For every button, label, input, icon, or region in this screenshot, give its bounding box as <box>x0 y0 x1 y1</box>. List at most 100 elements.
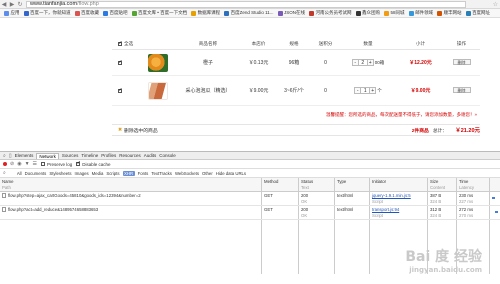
filter-other[interactable]: Other <box>202 171 213 176</box>
bookmark-star-icon[interactable]: ☆ <box>493 1 498 8</box>
request-size: 312 B <box>430 207 442 212</box>
select-all-checkbox[interactable] <box>118 40 122 46</box>
col-method[interactable]: Method <box>262 178 299 191</box>
filter-fonts[interactable]: Fonts <box>138 171 149 176</box>
preserve-log-checkbox[interactable] <box>41 161 46 166</box>
tab-timeline[interactable]: Timeline <box>81 153 98 158</box>
bookmark-favicon-icon <box>4 10 9 16</box>
tab-network[interactable]: Network <box>36 152 59 159</box>
camera-icon[interactable]: ◉ <box>17 161 21 167</box>
bookmark-label: 百度贴吧 <box>109 10 128 15</box>
tab-audits[interactable]: Audits <box>144 153 157 158</box>
col-initiator[interactable]: Initiator <box>370 178 428 191</box>
quantity-input[interactable]: 1 <box>361 87 370 94</box>
product-image[interactable] <box>148 53 168 72</box>
bookmark-item[interactable]: 河南公务员考试网 <box>309 10 352 16</box>
bookmark-item[interactable]: 百度收藏 <box>74 10 99 16</box>
selected-count: 2件商品 <box>411 128 429 134</box>
col-timeline[interactable] <box>490 178 500 191</box>
tab-profiles[interactable]: Profiles <box>101 153 116 158</box>
col-time[interactable]: Time Latency <box>457 178 490 191</box>
bookmark-favicon-icon <box>309 10 315 16</box>
filter-media[interactable]: Media <box>92 171 104 176</box>
item-checkbox[interactable] <box>118 59 122 65</box>
bookmark-favicon-icon <box>74 10 80 16</box>
bookmark-item[interactable]: 顺丰网站 <box>437 10 462 16</box>
disable-cache-checkbox[interactable] <box>76 160 81 166</box>
url-input[interactable]: www.tianfanjia.com/flow.php <box>26 0 466 8</box>
col-size[interactable]: Size Content <box>428 178 457 191</box>
bookmark-item[interactable]: JSON在线 <box>277 10 306 16</box>
product-name[interactable]: 采心泡泡瓜（精选） <box>174 87 242 94</box>
request-method: GET <box>262 206 299 219</box>
product-image[interactable] <box>148 81 168 100</box>
close-icon[interactable]: ✖ <box>118 128 122 133</box>
request-name[interactable]: flow.php?act=add_reduce&1489574658883653 <box>8 207 98 212</box>
tab-console[interactable]: Console <box>159 153 176 158</box>
select-all[interactable]: 全选 <box>112 40 142 47</box>
col-status[interactable]: Status Text <box>299 178 335 191</box>
clear-icon[interactable]: ⊘ <box>10 161 14 167</box>
request-type: text/html <box>335 192 370 205</box>
filter-documents[interactable]: Documents <box>25 171 47 176</box>
bookmark-item[interactable]: 58同城 <box>384 10 405 16</box>
decrease-button[interactable]: - <box>354 87 362 94</box>
request-initiator[interactable]: transport.js:94 <box>372 207 399 212</box>
file-icon <box>2 193 6 199</box>
bookmark-item[interactable]: 百度文库 • 百度一下文档 <box>131 10 187 16</box>
request-initiator[interactable]: jquery-1.9.1.min.js:5 <box>372 193 411 198</box>
bookmark-item[interactable]: 鑫众团购 <box>355 10 381 16</box>
inspect-icon[interactable]: ⌕ <box>3 153 6 159</box>
filter-all[interactable]: All <box>17 171 22 176</box>
bookmark-label: 百度收藏 <box>81 10 99 15</box>
product-name[interactable]: 橙子 <box>174 59 242 66</box>
increase-button[interactable]: + <box>366 59 374 66</box>
bookmark-item[interactable]: 百度一下，你就知道 <box>23 10 71 16</box>
delete-button[interactable]: 删除 <box>452 87 471 93</box>
delete-button[interactable]: 删除 <box>452 59 471 65</box>
bookmark-item[interactable]: 百度贴吧 <box>103 10 128 16</box>
list-view-icon[interactable]: ☰ <box>33 161 37 167</box>
increase-button[interactable]: + <box>369 87 377 94</box>
item-subtotal: ￥12.20元 <box>409 60 432 66</box>
tab-sources[interactable]: Sources <box>62 153 79 158</box>
bookmark-item[interactable]: 数据库课程 <box>191 10 220 16</box>
delete-selected-link[interactable]: 删除选中的商品 <box>124 127 158 134</box>
quantity-input[interactable]: 2 <box>358 59 367 66</box>
tab-resources[interactable]: Resources <box>119 153 141 158</box>
filter-images[interactable]: Images <box>75 171 89 176</box>
bookmark-item[interactable]: 百度网址 <box>465 10 491 16</box>
device-icon[interactable]: ▯ <box>9 153 12 159</box>
decrease-button[interactable]: - <box>351 59 359 66</box>
tab-elements[interactable]: Elements <box>15 153 34 158</box>
bookmark-item[interactable]: 百度Zend Studio 11... <box>224 10 274 16</box>
filter-xhr[interactable]: XHR <box>122 170 135 176</box>
col-name[interactable]: Name Path <box>0 178 262 191</box>
request-row[interactable]: flow.php?step=ajax_cartGoods=45810&goods… <box>0 192 500 206</box>
preserve-log-option[interactable]: Preserve log <box>41 161 72 167</box>
bookmark-favicon-icon <box>384 10 390 16</box>
col-type[interactable]: Type <box>335 178 370 191</box>
record-icon[interactable] <box>3 162 7 166</box>
bookmark-item[interactable]: 邮件领域 <box>408 10 433 16</box>
forward-icon[interactable]: ▶ <box>8 0 16 8</box>
reload-icon[interactable]: ↻ <box>16 0 24 8</box>
filter-icon[interactable]: ▼ <box>25 161 30 167</box>
bookmark-label: 鑫众团购 <box>362 10 381 15</box>
filter-stylesheets[interactable]: Stylesheets <box>49 171 71 176</box>
request-name[interactable]: flow.php?step=ajax_cartGoods=45810&goods… <box>8 193 141 198</box>
bookmark-item[interactable]: 应用 <box>4 10 20 16</box>
disable-cache-option[interactable]: Disable cache <box>76 160 111 167</box>
cart-footer: ✖ 删除选中的商品 2件商品 总计： ￥21.20元 <box>112 124 480 136</box>
bookmark-label: 百度网址 <box>472 10 491 15</box>
filter-texttracks[interactable]: TextTracks <box>151 171 172 176</box>
filter-websockets[interactable]: WebSockets <box>175 171 199 176</box>
search-icon[interactable]: ⌕ <box>3 170 6 176</box>
item-checkbox[interactable] <box>118 87 122 93</box>
bookmark-label: JSON在线 <box>284 10 306 15</box>
back-icon[interactable]: ◀ <box>0 0 8 8</box>
filter-hide-data-urls[interactable]: Hide data URLs <box>216 171 246 176</box>
header-spec: 规格 <box>289 40 299 46</box>
filter-scripts[interactable]: Scripts <box>106 171 119 176</box>
request-row[interactable]: flow.php?act=add_reduce&1489574658883653… <box>0 206 500 220</box>
